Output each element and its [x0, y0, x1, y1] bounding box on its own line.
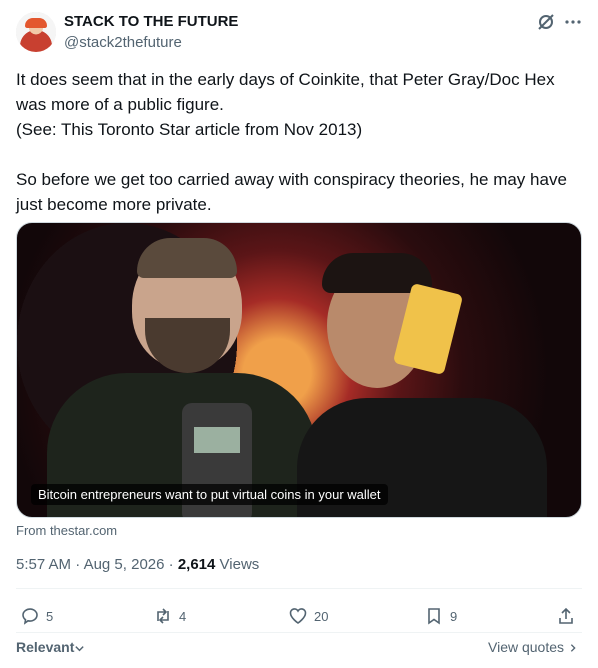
bookmark-count: 9: [450, 608, 458, 624]
photo-person-beard: [145, 318, 230, 373]
divider: [16, 632, 582, 633]
link-source[interactable]: From thestar.com: [16, 523, 117, 538]
tweet-paragraph: [16, 142, 586, 167]
link-card-caption[interactable]: Bitcoin entrepreneurs want to put virtua…: [31, 484, 388, 505]
tweet-paragraph: (See: This Toronto Star article from Nov…: [16, 120, 363, 139]
sort-relevant-dropdown[interactable]: Relevant: [16, 639, 85, 655]
author-name[interactable]: STACK TO THE FUTURE: [64, 13, 238, 30]
view-quotes-link[interactable]: View quotes: [488, 639, 578, 655]
reply-button[interactable]: 5: [20, 604, 53, 628]
repost-button[interactable]: 4: [153, 604, 186, 628]
divider: [16, 588, 582, 589]
share-button[interactable]: [556, 604, 582, 628]
photo-person-hair: [137, 238, 237, 278]
avatar[interactable]: [16, 12, 56, 52]
tweet-meta: 5:57 AM · Aug 5, 2026 · 2,614 Views: [16, 556, 260, 573]
grok-icon[interactable]: [536, 12, 556, 32]
like-count: 20: [314, 608, 329, 624]
views-label: Views: [219, 556, 260, 573]
chevron-right-icon: [570, 644, 576, 653]
repost-icon: [157, 608, 169, 624]
action-bar: 5 4 20 9: [16, 604, 582, 628]
chevron-down-icon: [75, 645, 85, 652]
more-icon[interactable]: [563, 12, 583, 32]
author-handle[interactable]: @stack2thefuture: [64, 34, 182, 51]
tweet-paragraph: It does seem that in the early days of C…: [16, 70, 555, 114]
tweet-time[interactable]: 5:57 AM: [16, 556, 71, 573]
like-button[interactable]: 20: [288, 604, 328, 628]
tweet-text: It does seem that in the early days of C…: [16, 67, 586, 217]
link-card-image[interactable]: Bitcoin entrepreneurs want to put virtua…: [16, 222, 582, 518]
reply-count: 5: [46, 608, 54, 624]
repost-count: 4: [179, 608, 187, 624]
bookmark-icon: [428, 608, 440, 625]
reply-icon: [22, 608, 38, 625]
share-icon: [559, 607, 573, 624]
views-count: 2,614: [177, 556, 216, 573]
tweet-paragraph: So before we get too carried away with c…: [16, 170, 567, 214]
like-icon: [289, 608, 307, 624]
bookmark-button[interactable]: 9: [424, 604, 457, 628]
tweet-date[interactable]: Aug 5, 2026: [84, 556, 165, 573]
